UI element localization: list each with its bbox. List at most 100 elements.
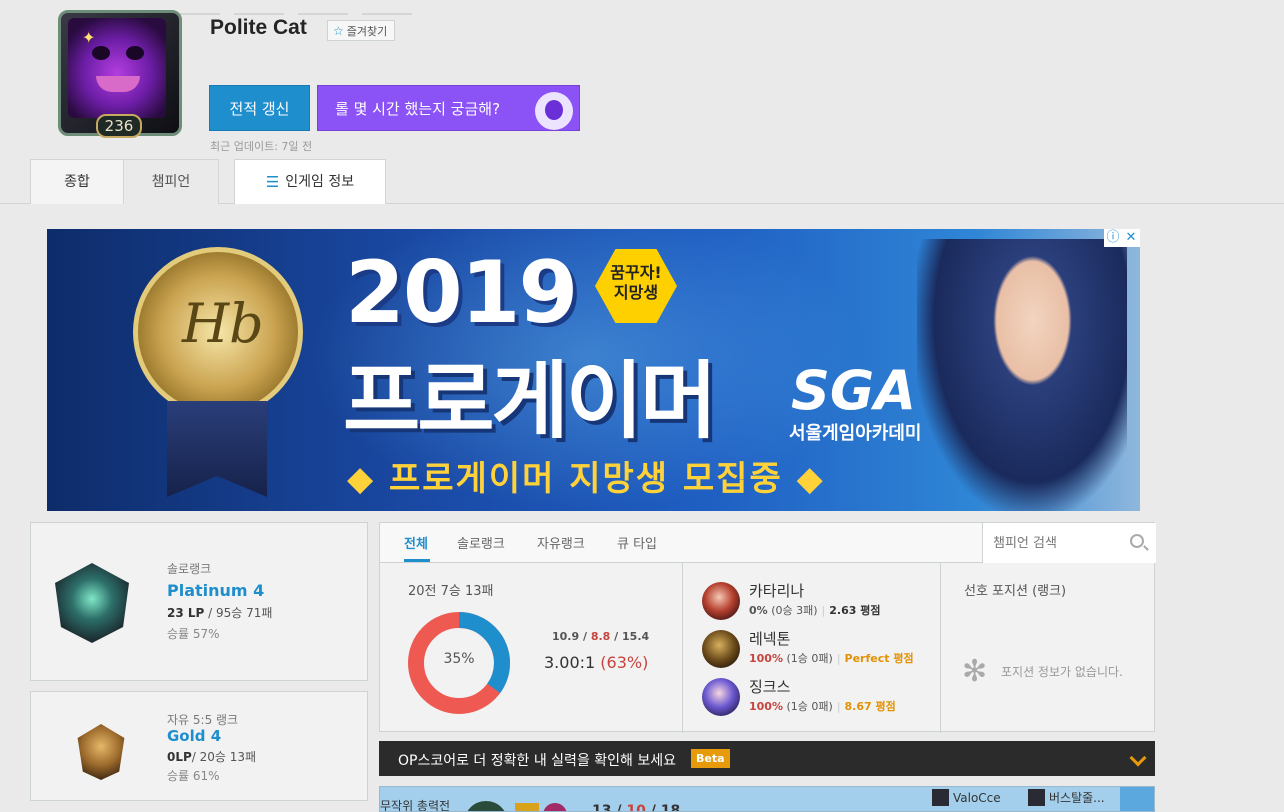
rank-type: 자유 5:5 랭크 [167, 713, 239, 727]
tab-summary[interactable]: 종합 [30, 159, 124, 204]
chevron-down-icon[interactable] [1120, 741, 1155, 776]
match-history-row[interactable]: 무작위 총력전 13 / 10 / 18 ValoCce 버스탈줄... [379, 786, 1155, 812]
op-score-banner[interactable]: OP스코어로 더 정확한 내 실력을 확인해 보세요 Beta [379, 741, 1155, 776]
profile-avatar: ✦ 236 [58, 10, 182, 138]
ad-banner[interactable]: 2019 꿈꾸자! 지망생 프로게이머 SGA 서울게임아카데미 ◆ 프로게이머… [47, 229, 1140, 511]
preferred-position-title: 선호 포지션 (랭크) [964, 584, 1067, 599]
champion-search-placeholder: 챔피언 검색 [993, 536, 1057, 551]
ad-hex-line2: 지망생 [613, 283, 659, 302]
rank-lp: 0LP [167, 750, 192, 764]
champion-win-rate: 0% [749, 604, 768, 617]
summoner-name: Polite Cat [210, 16, 307, 39]
champion-record: (1승 0패) [786, 700, 833, 713]
renekton-portrait-icon [702, 630, 740, 668]
champion-stats: 100% (1승 0패) | 8.67 평점 [749, 698, 896, 714]
match-assists: 18 [660, 803, 681, 812]
avatar-eye [92, 46, 110, 60]
level-badge: 236 [96, 114, 142, 138]
kill-participation: (63%) [600, 653, 649, 672]
champion-record: (1승 0패) [786, 652, 833, 665]
match-champion-icon [464, 801, 508, 811]
asterisk-icon: ✻ [962, 654, 988, 689]
match-kda: 13 / 10 / 18 [592, 803, 681, 812]
champion-name: 카타리나 [749, 582, 805, 600]
tab-champion[interactable]: 챔피언 [123, 159, 219, 204]
jinx-portrait-icon [702, 678, 740, 716]
refresh-record-button[interactable]: 전적 갱신 [209, 85, 310, 131]
star-icon: ☆ [333, 23, 344, 38]
champion-stats: 0% (0승 3패) | 2.63 평점 [749, 602, 880, 618]
rank-lp-record: 0LP/ 20승 13패 [167, 748, 256, 765]
ad-recruit-text: ◆ 프로게이머 지망생 모집중 ◆ [347, 459, 825, 499]
champion-win-rate: 100% [749, 652, 783, 665]
rank-record: / 95승 71패 [204, 606, 273, 620]
match-game-mode: 무작위 총력전 [380, 799, 451, 812]
player-name: 버스탈줄... [1049, 791, 1105, 805]
ad-info-icon[interactable]: ⓘ [1104, 229, 1122, 247]
champion-kda: Perfect 평점 [844, 652, 914, 665]
avg-kills: 10.9 [552, 630, 580, 643]
rank-record: / 20승 13패 [191, 750, 257, 764]
champion-name: 징크스 [749, 678, 791, 696]
active-tab-underline [404, 559, 430, 562]
stats-tabs: 전체 솔로랭크 자유랭크 큐 타입 챔피언 검색 [380, 523, 1156, 563]
summoner-spell-icon [543, 803, 567, 811]
promo-label: 롤 몇 시간 했는지 궁금해? [335, 100, 501, 118]
avatar-mouth [96, 76, 140, 92]
mascot-icon [535, 92, 573, 130]
rank-lp: 23 LP [167, 606, 205, 620]
champion-search-input[interactable]: 챔피언 검색 [982, 523, 1156, 563]
award-ribbon-image [167, 401, 267, 497]
match-detail-toggle[interactable] [1120, 787, 1154, 811]
katarina-portrait-icon [702, 582, 740, 620]
match-player[interactable]: 버스탈줄... [1028, 789, 1105, 806]
ad-year: 2019 [345, 243, 578, 343]
rank-lp-record: 23 LP / 95승 71패 [167, 604, 272, 621]
stats-divider [940, 563, 941, 733]
champion-record: (0승 3패) [771, 604, 818, 617]
rank-win-rate: 승률 57% [167, 627, 220, 641]
recent-stats-panel: 전체 솔로랭크 자유랭크 큐 타입 챔피언 검색 20전 7승 13패 35% … [379, 522, 1156, 733]
player-champion-icon [932, 789, 949, 806]
stats-tab-all[interactable]: 전체 [404, 533, 428, 552]
champion-win-rate: 100% [749, 700, 783, 713]
tab-ingame-info[interactable]: ☰ 인게임 정보 [234, 159, 386, 204]
separator: | [836, 652, 841, 665]
rank-win-rate: 승률 61% [167, 769, 220, 783]
match-deaths: 10 [626, 803, 646, 812]
ad-hex-line1: 꿈꾸자! [610, 263, 662, 282]
stats-tab-flex[interactable]: 자유랭크 [537, 533, 585, 552]
ad-character-image [917, 239, 1127, 511]
award-medal-image [133, 247, 303, 417]
ad-controls: ⓘ ✕ [1104, 229, 1140, 247]
search-icon[interactable] [1130, 534, 1144, 548]
list-search-icon: ☰ [265, 172, 280, 191]
player-name: ValoCce [953, 790, 1001, 805]
favorite-button[interactable]: ☆ 즐겨찾기 [327, 20, 396, 41]
champion-kda: 2.63 평점 [829, 604, 881, 617]
separator: | [821, 604, 826, 617]
kda-ratio-line: 3.00:1 (63%) [544, 653, 648, 672]
playtime-promo-button[interactable]: 롤 몇 시간 했는지 궁금해? [317, 85, 580, 131]
avg-assists: 15.4 [622, 630, 650, 643]
champion-stats: 100% (1승 0패) | Perfect 평점 [749, 650, 914, 666]
profile-icon-art: ✦ [68, 18, 166, 118]
match-kills: 13 [592, 803, 612, 812]
position-empty-text: 포지션 정보가 없습니다. [1001, 665, 1123, 679]
match-player[interactable]: ValoCce [932, 789, 1001, 806]
ad-brand-sub: 서울게임아카데미 [789, 423, 922, 444]
kda-ratio: 3.00:1 [544, 653, 596, 672]
platinum-emblem-icon [55, 563, 129, 643]
gold-emblem-icon [77, 724, 125, 780]
tab-ingame-label: 인게임 정보 [285, 173, 355, 190]
solo-rank-card: 솔로랭크 Platinum 4 23 LP / 95승 71패 승률 57% [30, 522, 368, 681]
stats-tab-queue-type[interactable]: 큐 타입 [617, 533, 657, 552]
champion-name: 레넥톤 [749, 630, 791, 648]
favorite-label: 즐겨찾기 [346, 24, 388, 38]
stats-tab-solo[interactable]: 솔로랭크 [457, 533, 505, 552]
ad-close-icon[interactable]: ✕ [1122, 229, 1140, 247]
rank-tier: Platinum 4 [167, 581, 265, 600]
sparkle-icon: ✦ [82, 28, 96, 47]
ad-brand: SGA [791, 359, 917, 422]
champion-kda: 8.67 평점 [844, 700, 896, 713]
